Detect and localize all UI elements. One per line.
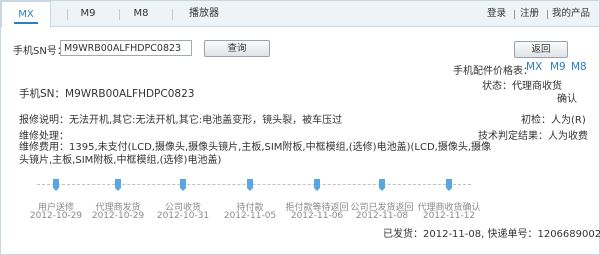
login-link[interactable]: 登录: [487, 1, 506, 27]
tab-mx-label: MX: [18, 9, 34, 20]
tab-divider: [67, 9, 68, 20]
link-divider: [514, 10, 515, 19]
sn-label: 手机SN号：: [13, 46, 67, 57]
timeline-step-date: 2012-11-08: [355, 211, 409, 221]
initial-check: 初检：人为(R): [521, 115, 586, 126]
repair-fee: 维修费用：1395,未支付(LCD,摄像头,摄像头镜片,主板,SIM附板,中框模…: [19, 142, 491, 166]
timeline-marker: [180, 179, 186, 191]
tab-m8[interactable]: M8: [126, 1, 156, 27]
my-products-link[interactable]: 我的产品: [552, 1, 590, 27]
tab-divider: [172, 9, 173, 20]
price-link-mx[interactable]: MX: [526, 61, 542, 73]
timeline-marker: [446, 179, 452, 191]
shipping-info: 已发货：2012-11-08, 快递单号：120668900209: [383, 229, 600, 240]
repair-description: 报修说明：无法开机,其它:无法开机,其它:电池盖变形，镜头裂，被车压过: [19, 115, 343, 126]
timeline-marker: [53, 179, 59, 191]
timeline-step-date: 2012-11-05: [223, 211, 277, 221]
timeline-marker: [314, 179, 320, 191]
timeline-marker: [379, 179, 385, 191]
repair-status-panel: MX M9 M8 播放器 登录 注册 我的产品 手机SN号： 查询 返回 手机配…: [0, 0, 600, 255]
sn-search-input[interactable]: [60, 40, 192, 56]
register-link[interactable]: 注册: [520, 1, 539, 27]
repair-status: 状态：代理商收货: [482, 81, 562, 92]
query-button[interactable]: 查询: [204, 40, 270, 57]
product-tab-bar: MX M9 M8 播放器 登录 注册 我的产品: [1, 1, 599, 28]
repair-status-cont: 确认: [557, 94, 577, 105]
back-button[interactable]: 返回: [514, 41, 568, 58]
price-link-m9[interactable]: M9: [550, 61, 566, 73]
timeline-marker: [247, 179, 253, 191]
repair-handling: 维修处理：: [19, 131, 69, 142]
timeline-step-date: 2012-10-31: [156, 211, 210, 221]
price-link-m8[interactable]: M8: [571, 61, 587, 73]
tab-m9[interactable]: M9: [73, 1, 103, 27]
timeline-track: [37, 184, 471, 185]
timeline-step-date: 2012-11-12: [422, 211, 476, 221]
price-table-label: 手机配件价格表：: [453, 66, 533, 77]
device-sn: 手机SN：M9WRB00ALFHDPC0823: [19, 88, 195, 100]
tab-mx[interactable]: MX: [1, 1, 51, 28]
link-divider: [547, 10, 548, 19]
technical-result: 技术判定结果：人为收费: [478, 131, 588, 142]
active-tab-indicator: [14, 22, 38, 24]
tab-player[interactable]: 播放器: [182, 1, 226, 27]
timeline-marker: [115, 179, 121, 191]
tab-divider: [119, 9, 120, 20]
